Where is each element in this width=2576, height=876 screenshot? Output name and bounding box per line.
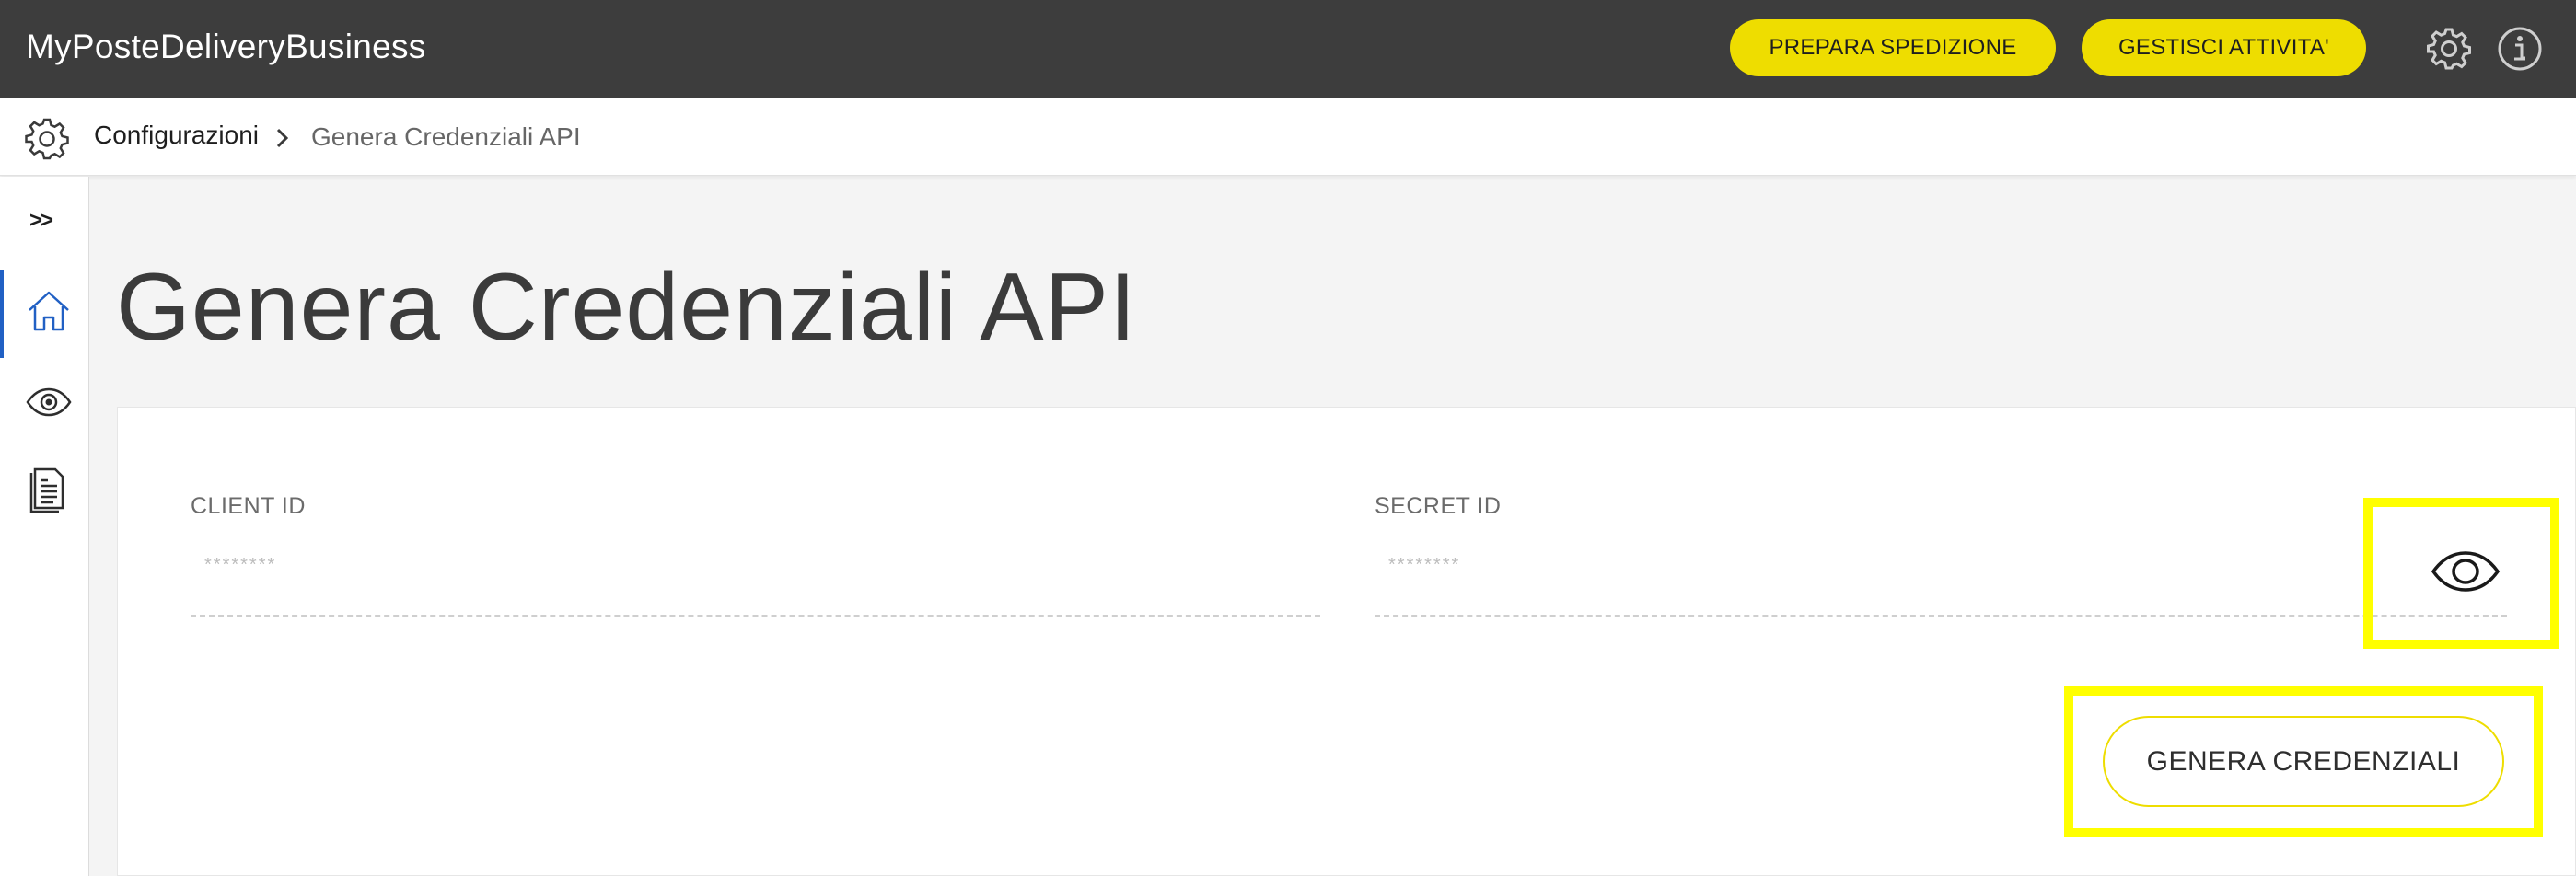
show-secret-eye-icon[interactable] [2429, 548, 2502, 595]
secret-id-underline [1375, 615, 2507, 617]
breadcrumb-configurazioni-link[interactable]: Configurazioni [94, 121, 259, 150]
info-icon[interactable] [2495, 24, 2545, 74]
breadcrumb-current: Genera Credenziali API [311, 122, 581, 151]
eye-icon[interactable] [24, 377, 74, 427]
app-title[interactable]: MyPosteDeliveryBusiness [26, 28, 426, 66]
gestisci-attivita-button[interactable]: GESTISCI ATTIVITA' [2082, 19, 2366, 76]
home-icon[interactable] [24, 287, 74, 337]
genera-credenziali-button[interactable]: GENERA CREDENZIALI [2103, 716, 2504, 807]
document-icon[interactable] [24, 464, 74, 513]
sidebar-expand-toggle[interactable]: >> [29, 208, 53, 234]
prepara-spedizione-button[interactable]: PREPARA SPEDIZIONE [1730, 19, 2056, 76]
settings-gear-icon[interactable] [2424, 24, 2474, 74]
configurazioni-gear-icon [22, 114, 72, 164]
secret-id-label: SECRET ID [1375, 493, 1502, 519]
sidebar: >> [0, 177, 89, 876]
client-id-field[interactable]: ******** [204, 555, 276, 576]
client-id-label: CLIENT ID [191, 493, 306, 519]
breadcrumb: Configurazioni Genera Credenziali API [0, 98, 2576, 176]
top-bar: MyPosteDeliveryBusiness PREPARA SPEDIZIO… [0, 0, 2576, 98]
page-title: Genera Credenziali API [116, 254, 1137, 361]
client-id-underline [191, 615, 1320, 617]
secret-id-field[interactable]: ******** [1388, 555, 1460, 576]
chevron-right-icon [273, 123, 293, 153]
active-nav-indicator [0, 270, 4, 358]
